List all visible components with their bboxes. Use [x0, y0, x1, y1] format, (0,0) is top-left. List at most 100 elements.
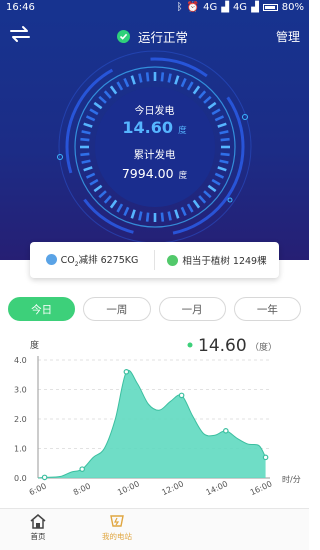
gauge-tick	[109, 199, 118, 209]
y-tick-label: 0.0	[14, 474, 27, 483]
manage-button[interactable]: 管理	[276, 28, 300, 45]
earth-icon	[45, 254, 57, 266]
co2-stat: CO2减排 6275KG	[30, 252, 154, 268]
readout-value: 14.60	[198, 336, 247, 356]
y-tick-label: 4.0	[14, 356, 27, 365]
data-point	[41, 474, 48, 481]
x-tick-label: 10:00	[116, 479, 141, 497]
y-axis-label: 度	[30, 339, 39, 351]
gauge-tick	[220, 137, 230, 142]
gauge-tick	[160, 212, 165, 222]
chart-area: 度 14.60 （度） 时/分 0.0 1.0 2.0 3.0 4.0 6:00 8:00 1…	[0, 330, 309, 502]
today-unit: 度	[178, 126, 187, 136]
gauge-tick	[180, 77, 187, 88]
gauge-tick	[103, 90, 112, 99]
gauge-tick	[93, 184, 103, 193]
swap-icon[interactable]	[9, 25, 31, 43]
gauge-tick	[174, 209, 180, 219]
y-tick-label: 3.0	[14, 386, 27, 395]
area-series	[38, 370, 266, 478]
x-tick-label: 14:00	[205, 479, 230, 497]
gauge-tick	[130, 209, 136, 219]
gauge-tick	[123, 77, 130, 88]
today-readout: 14.60 度	[0, 118, 309, 137]
gauge-tick	[138, 73, 143, 83]
x-tick-label: 6:00	[28, 481, 48, 497]
home-icon	[30, 514, 46, 529]
gauge-tick	[180, 206, 187, 217]
data-point	[178, 392, 185, 399]
alarm-icon: ⏰	[186, 2, 200, 13]
gauge-tick	[116, 81, 124, 91]
co2-label: CO2减排 6275KG	[60, 255, 139, 268]
gauge-tick	[109, 85, 118, 95]
gauge-tick	[207, 184, 217, 193]
x-tick-label: 16:00	[249, 479, 274, 497]
gauge-tick	[80, 137, 90, 142]
gauge-tick	[138, 211, 143, 221]
gauge-tick	[123, 206, 130, 217]
signal-icon-2: ▟	[251, 2, 259, 13]
tree-icon	[167, 254, 179, 266]
gauge-tick	[160, 72, 165, 82]
top-nav: 运行正常 管理	[0, 16, 309, 54]
nav-station[interactable]: 我的电站	[82, 513, 152, 542]
total-readout: 7994.00 度	[0, 163, 309, 182]
gauge-tick	[203, 190, 212, 199]
gauge-tick	[198, 195, 207, 204]
data-point	[79, 466, 85, 472]
gauge-tick	[98, 190, 107, 199]
gauge-tick	[174, 75, 180, 85]
gauge-tick	[145, 212, 150, 222]
nav-station-label: 我的电站	[102, 532, 132, 541]
generation-chart: 度 14.60 （度） 时/分 0.0 1.0 2.0 3.0 4.0 6:00 8:00 1…	[14, 336, 301, 497]
gauge-tick	[167, 73, 172, 83]
battery-level: 80%	[281, 2, 304, 13]
today-value: 14.60	[122, 118, 173, 137]
status-bar: 16:46 ᛒ ⏰ 4G ▟ 4G ▟ 80%	[0, 0, 309, 16]
gauge-tick	[198, 90, 207, 99]
tab-year[interactable]: 一年	[233, 297, 301, 321]
station-icon	[110, 515, 124, 527]
generation-hero: 运行正常 管理 今日发电 14.60 度 累计发电 7994.00 度	[0, 16, 309, 260]
y-tick-label: 1.0	[14, 445, 27, 454]
signal-label-1: 4G	[203, 2, 218, 13]
period-tabs: 今日 一周 一月 一年	[8, 297, 301, 321]
bluetooth-icon: ᛒ	[176, 2, 183, 13]
data-point	[123, 368, 130, 375]
y-tick-label: 2.0	[14, 415, 27, 424]
tab-week[interactable]: 一周	[83, 297, 151, 321]
tree-label: 相当于植树 1249棵	[182, 256, 267, 267]
signal-icon: ▟	[221, 2, 229, 13]
signal-label-2: 4G	[232, 2, 248, 13]
bottom-nav: 首页 我的电站	[0, 508, 309, 550]
data-point	[223, 428, 229, 434]
gauge-tick	[192, 199, 201, 209]
tree-stat: 相当于植树 1249棵	[155, 253, 279, 267]
x-tick-label: 12:00	[160, 479, 185, 497]
total-unit: 度	[178, 171, 188, 181]
battery-icon	[262, 4, 278, 11]
x-tick-label: 8:00	[72, 481, 92, 497]
status-icons: ᛒ ⏰ 4G ▟ 4G ▟ 80%	[177, 2, 304, 13]
run-status-text: 运行正常	[138, 30, 189, 45]
tab-month[interactable]: 一月	[158, 297, 226, 321]
gauge-tick	[130, 75, 136, 85]
today-label: 今日发电	[134, 106, 175, 117]
data-point	[262, 454, 269, 461]
status-time: 16:46	[6, 2, 35, 13]
gauge-tick	[116, 203, 124, 213]
gauge-tick	[167, 211, 172, 221]
check-circle-icon	[117, 30, 130, 43]
x-axis-label: 时/分	[282, 474, 301, 484]
tab-today[interactable]: 今日	[8, 297, 76, 321]
readout-unit: （度）	[250, 341, 277, 353]
nav-home[interactable]: 首页	[3, 513, 73, 542]
nav-home-label: 首页	[30, 532, 46, 541]
total-value: 7994.00	[121, 166, 174, 181]
gauge-tick	[145, 72, 150, 82]
gauge-tick	[103, 195, 112, 204]
total-label: 累计发电	[133, 149, 176, 161]
gauge-tick	[186, 203, 194, 213]
environment-card: CO2减排 6275KG 相当于植树 1249棵	[30, 242, 279, 278]
